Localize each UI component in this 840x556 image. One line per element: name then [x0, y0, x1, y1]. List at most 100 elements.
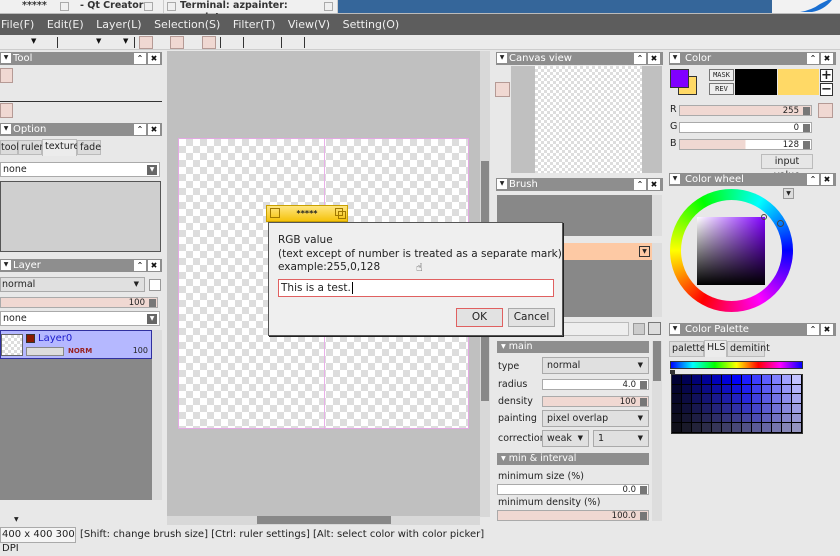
- palette-cell[interactable]: [722, 384, 731, 394]
- palette-cell[interactable]: [732, 413, 741, 423]
- palette-cell[interactable]: [762, 375, 771, 384]
- brush-settings-icon[interactable]: [648, 322, 661, 335]
- menu-view[interactable]: View(V): [288, 18, 330, 31]
- spin-arrows-icon[interactable]: [803, 124, 810, 132]
- tab-ruler[interactable]: ruler: [18, 140, 43, 155]
- palette-cell[interactable]: [672, 384, 681, 394]
- palette-cell[interactable]: [752, 413, 761, 423]
- palette-cell[interactable]: [712, 394, 721, 403]
- palette-cell[interactable]: [692, 394, 701, 403]
- palette-cell[interactable]: [782, 394, 791, 403]
- remove-icon[interactable]: −: [820, 83, 833, 96]
- palette-cell[interactable]: [722, 394, 731, 403]
- save-icon[interactable]: [633, 323, 645, 335]
- canvas-hscroll-thumb[interactable]: [257, 516, 391, 524]
- palette-cell[interactable]: [692, 384, 701, 394]
- palette-cell[interactable]: [752, 423, 761, 432]
- layer-row[interactable]: Layer0 NORM 100: [0, 330, 152, 359]
- tab-hls[interactable]: HLS: [704, 340, 727, 357]
- maximize-icon[interactable]: ⌃: [134, 260, 146, 271]
- brush-list-scroll[interactable]: [652, 243, 662, 317]
- maximize-icon[interactable]: ⌃: [634, 179, 646, 190]
- palette-cell[interactable]: [732, 375, 741, 384]
- toolbar-button[interactable]: [170, 36, 184, 49]
- dropdown-arrow-icon[interactable]: ▼: [96, 37, 101, 45]
- brush-group-select[interactable]: ▼: [563, 243, 652, 260]
- collapse-icon[interactable]: ▼: [1, 53, 11, 63]
- close-icon[interactable]: ✖: [821, 324, 833, 335]
- layer-flags[interactable]: [26, 347, 64, 356]
- palette-cell[interactable]: [692, 375, 701, 384]
- hue-cursor[interactable]: [777, 220, 784, 227]
- close-icon[interactable]: ✖: [148, 260, 160, 271]
- spin-arrows-icon[interactable]: [640, 381, 647, 389]
- close-icon[interactable]: ✖: [648, 53, 660, 64]
- menu-filter[interactable]: Filter(T): [233, 18, 276, 31]
- palette-cell[interactable]: [792, 404, 801, 413]
- hue-bar[interactable]: [670, 361, 803, 369]
- spin-arrows-icon[interactable]: [640, 398, 647, 406]
- palette-cell[interactable]: [732, 384, 741, 394]
- tab-demitint[interactable]: demitint: [727, 341, 770, 357]
- palette-cell[interactable]: [672, 423, 681, 432]
- palette-cell[interactable]: [742, 375, 751, 384]
- cancel-button[interactable]: Cancel: [508, 308, 555, 327]
- palette-cell[interactable]: [692, 423, 701, 432]
- palette-cell[interactable]: [752, 384, 761, 394]
- toolbar-button[interactable]: [139, 36, 153, 49]
- dropdown-arrow-icon[interactable]: ▼: [31, 37, 36, 45]
- maximize-icon[interactable]: ⌃: [807, 324, 819, 335]
- palette-cell[interactable]: [722, 423, 731, 432]
- min-density-spin[interactable]: 100.0: [497, 510, 649, 521]
- palette-cell[interactable]: [672, 394, 681, 403]
- palette-cell[interactable]: [782, 384, 791, 394]
- palette-cell[interactable]: [792, 384, 801, 394]
- palette-cell[interactable]: [772, 404, 781, 413]
- collapse-icon[interactable]: ▼: [670, 53, 680, 63]
- canvas-hscroll-track[interactable]: [167, 516, 480, 525]
- palette-cell[interactable]: [702, 375, 711, 384]
- palette-cell[interactable]: [702, 384, 711, 394]
- palette-cell[interactable]: [792, 423, 801, 432]
- palette-cell[interactable]: [752, 375, 761, 384]
- palette-cell[interactable]: [702, 394, 711, 403]
- close-icon[interactable]: ✖: [148, 124, 160, 135]
- maximize-icon[interactable]: ⌃: [134, 53, 146, 64]
- brush-group-scroll[interactable]: [652, 195, 662, 236]
- palette-cell[interactable]: [762, 413, 771, 423]
- min-size-spin[interactable]: 0.0: [497, 484, 649, 495]
- palette-cell[interactable]: [762, 394, 771, 403]
- palette-cell[interactable]: [682, 375, 691, 384]
- sv-cursor[interactable]: [761, 214, 767, 220]
- menu-edit[interactable]: Edit(E): [47, 18, 84, 31]
- window-menu-icon[interactable]: [270, 208, 280, 218]
- palette-cell[interactable]: [742, 394, 751, 403]
- toolbar-button[interactable]: [202, 36, 216, 49]
- hls-grid[interactable]: [671, 374, 803, 434]
- palette-cell[interactable]: [742, 413, 751, 423]
- palette-cell[interactable]: [692, 404, 701, 413]
- layer-scrollbar[interactable]: [152, 330, 162, 500]
- spin-arrows-icon[interactable]: [803, 141, 810, 149]
- collapse-icon[interactable]: ▼: [670, 174, 680, 184]
- brush-settings-thumb[interactable]: [653, 341, 661, 381]
- correction-level-select[interactable]: 1 ▼: [593, 430, 649, 447]
- palette-cell[interactable]: [742, 384, 751, 394]
- r-slider[interactable]: 255: [679, 105, 812, 116]
- maximize-icon[interactable]: ⌃: [807, 174, 819, 185]
- dialog-title-tab[interactable]: *****: [266, 205, 348, 222]
- collapse-icon[interactable]: ▼: [670, 324, 680, 334]
- spin-arrows-icon[interactable]: [149, 299, 156, 307]
- palette-cell[interactable]: [742, 404, 751, 413]
- tool-button[interactable]: [0, 103, 13, 118]
- menu-file[interactable]: File(F): [1, 18, 34, 31]
- blend-mode-select[interactable]: normal ▼: [0, 277, 145, 292]
- correction-type-select[interactable]: weak ▼: [542, 430, 589, 447]
- palette-cell[interactable]: [682, 413, 691, 423]
- palette-cell[interactable]: [772, 423, 781, 432]
- brush-section-main[interactable]: ▾ main: [497, 341, 649, 353]
- canvas-view-button[interactable]: [495, 82, 510, 97]
- close-icon[interactable]: ✖: [148, 53, 160, 64]
- mask-color-1[interactable]: [735, 69, 777, 95]
- tab-palette[interactable]: palette: [669, 341, 706, 357]
